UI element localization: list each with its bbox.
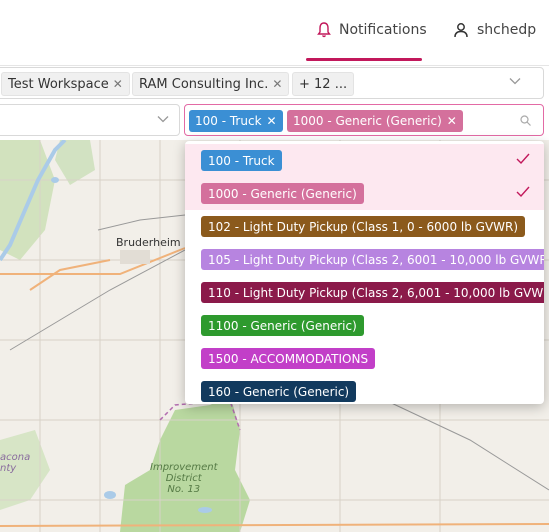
option-pill: 102 - Light Duty Pickup (Class 1, 0 - 60… [201, 216, 526, 237]
vehicle-type-dropdown: 100 - Truck 1000 - Generic (Generic) 102… [185, 141, 544, 404]
district-line-1: Improvement [150, 462, 218, 473]
secondary-select[interactable] [0, 104, 180, 136]
workspace-tag-label: RAM Consulting Inc. [139, 76, 269, 92]
chip-label: 1000 - Generic (Generic) [293, 114, 442, 128]
district-label: Improvement District No. 13 [150, 462, 218, 495]
county-line-2: nty [0, 463, 17, 474]
dropdown-option[interactable]: 1100 - Generic (Generic) [185, 309, 544, 342]
dropdown-option[interactable]: 1000 - Generic (Generic) [185, 177, 544, 210]
option-pill: 1000 - Generic (Generic) [201, 183, 364, 204]
notifications-label: Notifications [339, 22, 427, 38]
check-icon [516, 153, 530, 165]
town-label: Bruderheim [116, 236, 181, 249]
district-line-2: District [165, 473, 202, 484]
chip-label: 100 - Truck [195, 114, 262, 128]
selected-type-chip[interactable]: 1000 - Generic (Generic) ✕ [287, 110, 463, 132]
dropdown-option[interactable]: 105 - Light Duty Pickup (Class 2, 6001 -… [185, 243, 544, 276]
more-tags-label: + 12 ... [299, 76, 348, 92]
user-menu[interactable]: shchedp [453, 20, 536, 40]
user-icon [454, 23, 468, 38]
remove-chip-icon[interactable]: ✕ [267, 114, 277, 128]
selected-type-chip[interactable]: 100 - Truck ✕ [189, 110, 283, 132]
county-label: acona nty [0, 452, 30, 474]
dropdown-option[interactable]: 110 - Light Duty Pickup (Class 2, 6,001 … [185, 276, 544, 309]
dropdown-option[interactable]: 102 - Light Duty Pickup (Class 1, 0 - 60… [185, 210, 544, 243]
notifications-nav[interactable]: Notifications [317, 20, 427, 40]
chevron-down-icon[interactable] [509, 77, 521, 85]
workspace-tag[interactable]: RAM Consulting Inc. ✕ [132, 72, 290, 96]
option-pill: 1100 - Generic (Generic) [201, 315, 364, 336]
top-bar: Notifications shchedp [0, 0, 549, 66]
county-line-1: acona [0, 452, 31, 463]
option-pill: 110 - Light Duty Pickup (Class 2, 6,001 … [201, 282, 544, 303]
dropdown-option[interactable]: 1500 - ACCOMMODATIONS [185, 342, 544, 375]
workspace-select[interactable]: Test Workspace ✕ RAM Consulting Inc. ✕ +… [0, 67, 544, 99]
user-name: shchedp [477, 22, 537, 38]
vehicle-type-select[interactable]: 100 - Truck ✕ 1000 - Generic (Generic) ✕ [184, 104, 544, 136]
active-tab-indicator [306, 58, 422, 61]
remove-tag-icon[interactable]: ✕ [113, 77, 123, 91]
remove-chip-icon[interactable]: ✕ [447, 114, 457, 128]
district-line-3: No. 13 [167, 484, 201, 495]
check-icon [516, 186, 530, 198]
option-pill: 1500 - ACCOMMODATIONS [201, 348, 376, 369]
option-pill: 105 - Light Duty Pickup (Class 2, 6001 -… [201, 249, 544, 270]
dropdown-option[interactable]: 100 - Truck [185, 144, 544, 177]
option-pill: 160 - Generic (Generic) [201, 381, 357, 402]
search-icon [520, 115, 531, 126]
dropdown-option[interactable]: 160 - Generic (Generic) [185, 375, 544, 404]
workspace-tag[interactable]: Test Workspace ✕ [1, 72, 130, 96]
workspace-tag-label: Test Workspace [8, 76, 109, 92]
page: Bruderheim Improvement District No. 13 a… [0, 0, 549, 532]
remove-tag-icon[interactable]: ✕ [272, 77, 282, 91]
bell-icon [317, 22, 331, 38]
chevron-down-icon[interactable] [157, 115, 169, 123]
option-pill: 100 - Truck [201, 150, 282, 171]
more-tags-badge[interactable]: + 12 ... [292, 72, 355, 96]
